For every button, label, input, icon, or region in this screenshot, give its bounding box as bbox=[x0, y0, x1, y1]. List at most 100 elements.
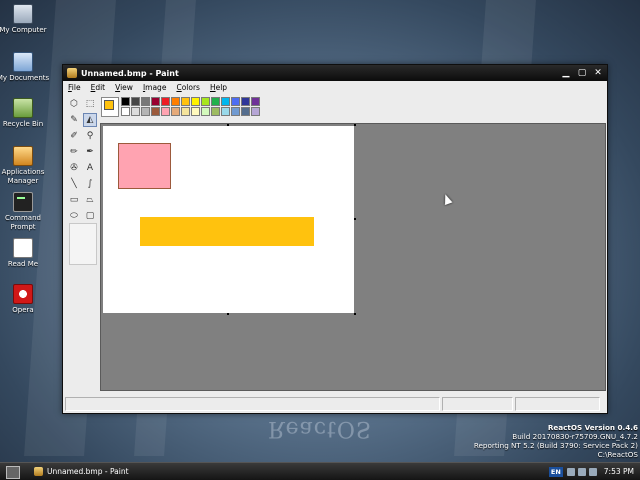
build-line: Build 20170830-r75709.GNU_4.7.2 bbox=[512, 432, 638, 441]
ellipse-icon[interactable]: ⬭ bbox=[67, 209, 81, 223]
palette-swatch[interactable] bbox=[231, 107, 240, 116]
resize-handle[interactable] bbox=[354, 313, 356, 315]
clock[interactable]: 7:53 PM bbox=[604, 467, 634, 476]
brush-icon[interactable]: ✒ bbox=[83, 145, 97, 159]
palette-swatch[interactable] bbox=[121, 107, 130, 116]
reporting-line: Reporting NT 5.2 (Build 3790: Service Pa… bbox=[473, 441, 638, 450]
network-icon[interactable] bbox=[577, 467, 586, 476]
volume-icon[interactable] bbox=[566, 467, 575, 476]
desktop-icon-label: Read Me bbox=[7, 260, 39, 268]
desktop-icon-my-computer[interactable]: My Computer bbox=[0, 4, 51, 35]
fill-bucket-icon[interactable]: ◭ bbox=[83, 113, 97, 127]
language-indicator[interactable]: EN bbox=[548, 466, 563, 477]
paint-window: Unnamed.bmp - Paint ▁ ▢ ✕ File Edit View… bbox=[62, 64, 608, 414]
line-icon[interactable]: ╲ bbox=[67, 177, 81, 191]
palette-swatch[interactable] bbox=[211, 97, 220, 106]
palette-swatch[interactable] bbox=[191, 97, 200, 106]
rectangle-icon[interactable]: ▭ bbox=[67, 193, 81, 207]
palette-swatch[interactable] bbox=[221, 97, 230, 106]
minimize-button[interactable]: ▁ bbox=[559, 67, 573, 79]
mouse-cursor bbox=[441, 192, 453, 206]
palette-swatch[interactable] bbox=[131, 107, 140, 116]
taskbar-button-paint[interactable]: Unnamed.bmp - Paint bbox=[30, 464, 130, 478]
paint-app-icon[interactable] bbox=[67, 68, 77, 78]
palette-swatch[interactable] bbox=[141, 107, 150, 116]
menu-view[interactable]: View bbox=[110, 83, 138, 92]
palette-swatch[interactable] bbox=[251, 97, 260, 106]
eraser-icon[interactable]: ✎ bbox=[67, 113, 81, 127]
palette-swatch[interactable] bbox=[251, 107, 260, 116]
start-button[interactable] bbox=[6, 466, 20, 479]
system-tray: EN 7:53 PM bbox=[548, 464, 640, 479]
status-position bbox=[442, 397, 513, 411]
palette-swatch[interactable] bbox=[241, 107, 250, 116]
palette-swatch[interactable] bbox=[141, 97, 150, 106]
desktop-icon-recycle-bin[interactable]: Recycle Bin bbox=[0, 98, 51, 129]
status-size bbox=[515, 397, 600, 411]
desktop-icon-label: Applications Manager bbox=[1, 168, 45, 185]
curve-icon[interactable]: ∫ bbox=[83, 177, 97, 191]
desktop-icon-command-prompt[interactable]: Command Prompt bbox=[0, 192, 51, 232]
palette-swatch[interactable] bbox=[181, 97, 190, 106]
palette-swatch[interactable] bbox=[241, 97, 250, 106]
desktop-icon-opera[interactable]: Opera bbox=[0, 284, 51, 315]
airbrush-icon[interactable]: ✇ bbox=[67, 161, 81, 175]
resize-handle[interactable] bbox=[354, 124, 356, 126]
palette-swatch[interactable] bbox=[201, 107, 210, 116]
version-info: ReactOS Version 0.4.6 Build 20170830-r75… bbox=[474, 423, 638, 459]
menu-file[interactable]: File bbox=[63, 83, 86, 92]
palette-swatch[interactable] bbox=[171, 107, 180, 116]
text-icon[interactable]: A bbox=[83, 161, 97, 175]
close-button[interactable]: ✕ bbox=[591, 67, 605, 79]
palette-swatch[interactable] bbox=[191, 107, 200, 116]
status-bar bbox=[64, 396, 604, 412]
version-line: ReactOS Version 0.4.6 bbox=[547, 423, 638, 432]
power-icon[interactable] bbox=[588, 467, 597, 476]
palette-swatch[interactable] bbox=[221, 107, 230, 116]
palette-swatch[interactable] bbox=[211, 107, 220, 116]
opera-browser-icon bbox=[13, 284, 33, 304]
color-picker-icon[interactable]: ✐ bbox=[67, 129, 81, 143]
palette-swatch[interactable] bbox=[181, 107, 190, 116]
computer-icon bbox=[13, 4, 33, 24]
resize-handle[interactable] bbox=[227, 124, 229, 126]
palette-swatch[interactable] bbox=[121, 97, 130, 106]
desktop-icon-applications-manager[interactable]: Applications Manager bbox=[0, 146, 51, 186]
menu-edit[interactable]: Edit bbox=[86, 83, 111, 92]
pink-rectangle bbox=[118, 143, 171, 189]
desktop-icon-read-me[interactable]: Read Me bbox=[0, 238, 51, 269]
free-select-icon[interactable]: ⬡ bbox=[67, 97, 81, 111]
magnifier-icon[interactable]: ⚲ bbox=[83, 129, 97, 143]
current-colors[interactable] bbox=[101, 97, 119, 117]
title-bar[interactable]: Unnamed.bmp - Paint ▁ ▢ ✕ bbox=[63, 65, 607, 81]
desktop-icon-label: Opera bbox=[12, 306, 34, 314]
palette-swatch[interactable] bbox=[231, 97, 240, 106]
menu-bar: File Edit View Image Colors Help bbox=[63, 81, 607, 94]
rounded-rect-icon[interactable]: ▢ bbox=[83, 209, 97, 223]
taskbar: Unnamed.bmp - Paint EN 7:53 PM bbox=[0, 462, 640, 480]
status-text bbox=[65, 397, 440, 411]
menu-help[interactable]: Help bbox=[205, 83, 232, 92]
palette-swatch[interactable] bbox=[201, 97, 210, 106]
maximize-button[interactable]: ▢ bbox=[575, 67, 589, 79]
rect-select-icon[interactable]: ⬚ bbox=[83, 97, 97, 111]
palette-swatch[interactable] bbox=[161, 107, 170, 116]
menu-image[interactable]: Image bbox=[138, 83, 172, 92]
tool-options-panel[interactable] bbox=[69, 223, 97, 265]
palette-swatch[interactable] bbox=[151, 97, 160, 106]
palette-swatch[interactable] bbox=[151, 107, 160, 116]
palette-swatch[interactable] bbox=[161, 97, 170, 106]
foreground-color[interactable] bbox=[104, 100, 114, 110]
polygon-icon[interactable]: ⏢ bbox=[83, 193, 97, 207]
pencil-icon[interactable]: ✏ bbox=[67, 145, 81, 159]
menu-colors[interactable]: Colors bbox=[171, 83, 205, 92]
desktop-icon-my-documents[interactable]: My Documents bbox=[0, 52, 51, 83]
palette-swatch[interactable] bbox=[131, 97, 140, 106]
resize-handle[interactable] bbox=[227, 313, 229, 315]
palette-swatch[interactable] bbox=[171, 97, 180, 106]
resize-handle[interactable] bbox=[354, 218, 356, 220]
canvas-area[interactable] bbox=[100, 123, 606, 391]
command-prompt-icon bbox=[13, 192, 33, 212]
drawing-canvas[interactable] bbox=[103, 126, 354, 313]
recycle-bin-icon bbox=[13, 98, 33, 118]
